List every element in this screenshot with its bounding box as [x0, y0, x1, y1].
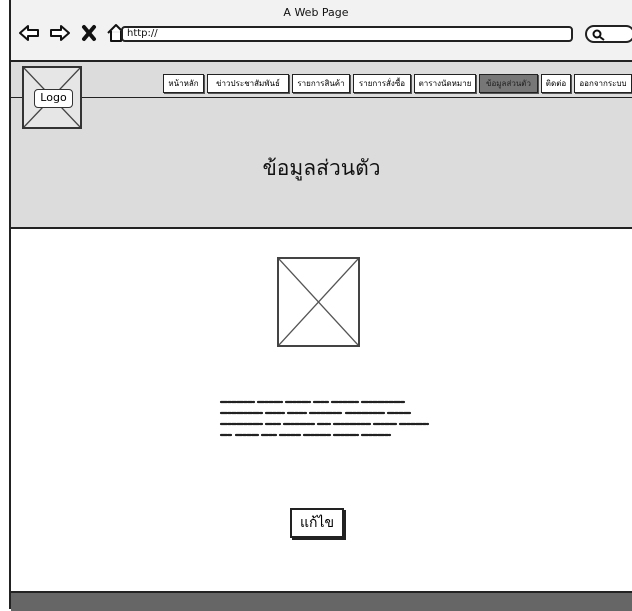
nav-item-contact[interactable]: ติดต่อ [541, 74, 571, 93]
nav-item-orders[interactable]: รายการสั่งซื้อ [353, 74, 411, 93]
page-title: ข้อมูลส่วนตัว [262, 156, 381, 180]
nav-item-appointments[interactable]: ตารางนัดหมาย [414, 74, 476, 93]
profile-details-scribble [219, 400, 430, 437]
header-divider [11, 97, 632, 98]
edit-button[interactable]: แก้ไข [290, 508, 344, 538]
nav-item-products[interactable]: รายการสินค้า [292, 74, 350, 93]
nav-item-profile[interactable]: ข้อมูลส่วนตัว [479, 74, 538, 93]
nav-item-news[interactable]: ข่าวประชาสัมพันธ์ [207, 74, 289, 93]
logo-label: Logo [34, 89, 73, 108]
footer-bar [11, 591, 632, 611]
profile-image-placeholder [277, 257, 360, 347]
nav-item-home[interactable]: หน้าหลัก [163, 74, 204, 93]
nav-item-logout[interactable]: ออกจากระบบ [574, 74, 632, 93]
